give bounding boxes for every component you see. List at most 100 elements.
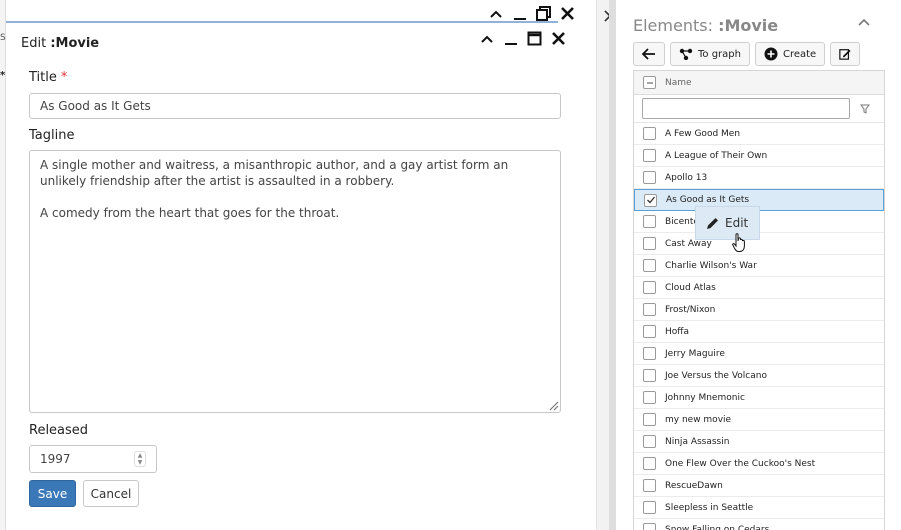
title-label: Title * (29, 70, 67, 85)
stepper-down-icon[interactable]: ▼ (138, 459, 143, 466)
row-checkbox[interactable] (643, 479, 656, 492)
resize-handle-icon[interactable] (547, 399, 559, 411)
tagline-textarea[interactable]: A single mother and waitress, a misanthr… (29, 150, 561, 413)
outer-minimize-button[interactable] (510, 4, 529, 23)
row-checkbox[interactable] (644, 193, 657, 207)
edit-movie-dialog: Edit :Movie Title * As Good as It Gets Ta… (6, 24, 586, 530)
row-checkbox[interactable] (643, 391, 656, 404)
stepper-up-icon[interactable]: ▲ (138, 452, 143, 459)
dialog-title-prefix: Edit (21, 36, 51, 51)
row-name: Johnny Mnemonic (665, 392, 745, 403)
create-button[interactable]: Create (754, 42, 826, 66)
outer-close-button[interactable] (558, 4, 577, 23)
table-row[interactable]: my new movie (634, 409, 884, 431)
row-checkbox[interactable] (643, 303, 656, 316)
row-checkbox[interactable] (643, 149, 656, 162)
table-row[interactable]: Cloud Atlas (634, 277, 884, 299)
elements-title-type: :Movie (718, 16, 779, 35)
row-name: A League of Their Own (665, 150, 768, 161)
released-value: 1997 (40, 452, 71, 466)
back-button[interactable] (633, 42, 665, 66)
row-checkbox[interactable] (643, 171, 656, 184)
table-row[interactable]: A League of Their Own (634, 145, 884, 167)
pencil-icon (707, 217, 718, 229)
create-label: Create (782, 48, 817, 60)
elements-title-prefix: Elements: (633, 16, 719, 35)
edit-button[interactable] (830, 42, 861, 66)
graph-icon (679, 48, 693, 60)
cancel-button[interactable]: Cancel (83, 480, 139, 507)
row-name: Frost/Nixon (665, 304, 716, 315)
row-checkbox[interactable] (643, 413, 656, 426)
title-input[interactable]: As Good as It Gets (29, 93, 561, 119)
row-checkbox[interactable] (643, 127, 656, 140)
grid-header: Name (634, 71, 884, 95)
table-row[interactable]: Snow Falling on Cedars (634, 519, 884, 530)
splitter-handle[interactable] (609, 0, 616, 530)
check-icon (646, 196, 655, 204)
dialog-close-button[interactable] (549, 29, 568, 48)
row-checkbox[interactable] (643, 523, 656, 530)
hand-cursor-icon (732, 233, 745, 252)
table-row[interactable]: Jerry Maguire (634, 343, 884, 365)
row-checkbox[interactable] (643, 325, 656, 338)
chevron-up-icon[interactable] (855, 14, 873, 30)
table-row[interactable]: Charlie Wilson's War (634, 255, 884, 277)
edit-icon (839, 49, 851, 60)
year-stepper[interactable]: ▲ ▼ (134, 451, 146, 467)
to-graph-button[interactable]: To graph (670, 42, 750, 66)
dialog-minimize-button[interactable] (501, 29, 520, 48)
edit-tooltip[interactable]: Edit (695, 206, 760, 240)
to-graph-label: To graph (698, 48, 741, 60)
title-input-value: As Good as It Gets (40, 99, 151, 113)
dialog-collapse-button[interactable] (477, 29, 496, 48)
row-name: Sleepless in Seattle (665, 502, 754, 513)
outer-collapse-button[interactable] (486, 4, 505, 23)
elements-grid: Name A Few Good Men A League of Their Own… (633, 70, 885, 530)
row-name: Joe Versus the Volcano (665, 370, 767, 381)
table-row[interactable]: Joe Versus the Volcano (634, 365, 884, 387)
row-checkbox[interactable] (643, 369, 656, 382)
minus-icon (646, 81, 653, 84)
row-checkbox[interactable] (643, 435, 656, 448)
row-name: One Flew Over the Cuckoo's Nest (665, 458, 816, 469)
row-checkbox[interactable] (643, 347, 656, 360)
table-row[interactable]: Sleepless in Seattle (634, 497, 884, 519)
minimize-icon (504, 42, 517, 45)
select-all-checkbox[interactable] (643, 76, 656, 89)
expand-panel-button[interactable] (597, 0, 616, 26)
table-row[interactable]: Johnny Mnemonic (634, 387, 884, 409)
elements-panel: Elements: :Movie To graph Create Name A … (617, 0, 901, 530)
table-row[interactable]: Ninja Assassin (634, 431, 884, 453)
row-name: Cloud Atlas (665, 282, 716, 293)
table-row[interactable]: Apollo 13 (634, 167, 884, 189)
row-checkbox[interactable] (643, 215, 656, 228)
released-input[interactable]: 1997 ▲ ▼ (29, 445, 157, 473)
row-name: As Good as It Gets (666, 195, 750, 205)
table-row[interactable]: Frost/Nixon (634, 299, 884, 321)
row-checkbox[interactable] (643, 281, 656, 294)
outer-restore-button[interactable] (534, 4, 553, 23)
row-checkbox[interactable] (643, 259, 656, 272)
title-label-text: Title (29, 70, 57, 85)
row-name: Ninja Assassin (665, 436, 730, 447)
row-name: Hoffa (665, 326, 689, 337)
row-checkbox[interactable] (643, 457, 656, 470)
table-row[interactable]: RescueDawn (634, 475, 884, 497)
row-checkbox[interactable] (643, 237, 656, 250)
restore-icon (536, 6, 551, 21)
tagline-label: Tagline (29, 128, 75, 143)
maximize-icon (527, 31, 542, 46)
required-marker: * (60, 70, 68, 85)
row-name: Jerry Maguire (665, 348, 725, 359)
save-button[interactable]: Save (29, 480, 76, 507)
table-row[interactable]: Hoffa (634, 321, 884, 343)
row-checkbox[interactable] (643, 501, 656, 514)
chevron-up-icon (489, 10, 502, 18)
filter-icon[interactable] (860, 104, 870, 114)
table-row[interactable]: One Flew Over the Cuckoo's Nest (634, 453, 884, 475)
dialog-maximize-button[interactable] (525, 29, 544, 48)
column-header-name[interactable]: Name (665, 78, 692, 88)
name-filter-input[interactable] (642, 98, 850, 119)
table-row[interactable]: A Few Good Men (634, 123, 884, 145)
